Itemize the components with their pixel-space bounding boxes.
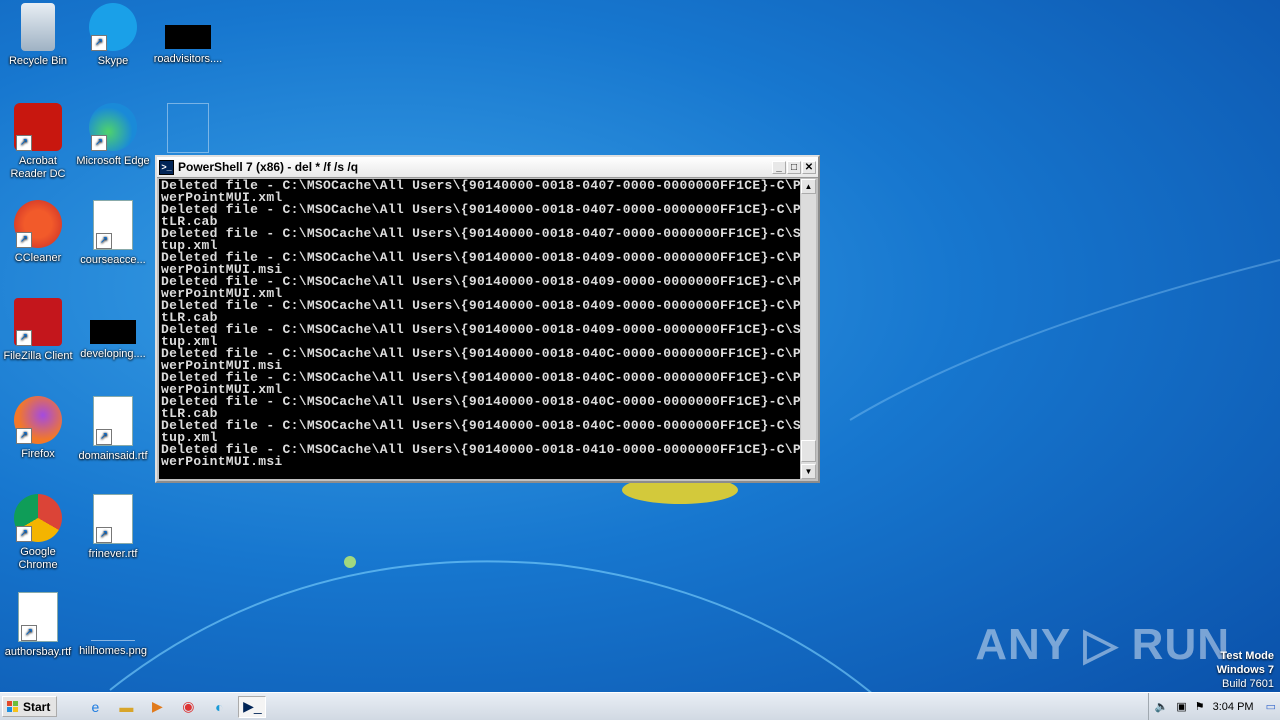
show-desktop-icon[interactable]: ▭ <box>1266 700 1276 713</box>
shortcut-arrow-icon: ↗ <box>96 233 112 249</box>
desktop-icon[interactable]: ↗ CCleaner <box>0 200 76 265</box>
word-doc-icon: ↗ <box>93 494 133 544</box>
firefox-icon: ↗ <box>14 396 62 444</box>
vertical-scrollbar[interactable]: ▲ ▼ <box>801 179 816 479</box>
test-mode-line: Test Mode <box>1220 650 1274 662</box>
powershell-window[interactable]: >_ PowerShell 7 (x86) - del * /f /s /q _… <box>155 155 820 483</box>
desktop-icon-label: Acrobat Reader DC <box>10 155 66 180</box>
maximize-button[interactable]: □ <box>787 160 801 174</box>
powershell-taskbar-button[interactable]: ▶_ <box>238 695 267 718</box>
minimize-button[interactable]: _ <box>772 160 786 174</box>
start-label: Start <box>23 699 51 714</box>
scroll-down-icon[interactable]: ▼ <box>801 464 816 479</box>
shortcut-arrow-icon: ↗ <box>91 35 107 51</box>
desktop-icon-label: Firefox <box>21 448 55 460</box>
recycle-bin-icon <box>21 3 55 51</box>
desktop-icon-label: frinever.rtf <box>88 548 138 560</box>
desktop-icon[interactable]: ↗ authorsbay.rtf <box>0 592 76 659</box>
filezilla-icon: ↗ <box>14 298 62 346</box>
window-title: PowerShell 7 (x86) - del * /f /s /q <box>178 160 359 174</box>
console-line: Deleted file - C:\MSOCache\All Users\{90… <box>161 418 800 433</box>
scroll-thumb[interactable] <box>801 440 816 462</box>
windows-version-line: Windows 7 <box>1216 664 1274 676</box>
desktop-icon[interactable]: ↗ Acrobat Reader DC <box>0 103 76 181</box>
desktop-icon[interactable]: developing.... <box>75 298 151 361</box>
desktop-icon[interactable]: ↗ Firefox <box>0 396 76 461</box>
desktop-icon[interactable]: hillhomes.png <box>75 592 151 658</box>
word-doc-icon: ↗ <box>93 200 133 250</box>
ie-icon[interactable]: e <box>83 696 107 718</box>
window-titlebar[interactable]: >_ PowerShell 7 (x86) - del * /f /s /q _… <box>157 157 818 178</box>
black-file-icon <box>90 320 136 344</box>
shortcut-arrow-icon: ↗ <box>16 135 32 151</box>
desktop-icon-label: authorsbay.rtf <box>4 646 72 658</box>
console-line: Deleted file - C:\MSOCache\All Users\{90… <box>161 298 800 313</box>
console-output[interactable]: Deleted file - C:\MSOCache\All Users\{90… <box>159 179 800 479</box>
desktop-icon-label: roadvisitors.... <box>153 53 223 65</box>
shortcut-arrow-icon: ↗ <box>16 330 32 346</box>
desktop-icon[interactable] <box>150 103 226 157</box>
black-file-icon <box>165 25 211 49</box>
desktop-icon-label: Skype <box>97 55 129 67</box>
shortcut-arrow-icon: ↗ <box>91 135 107 151</box>
shortcut-arrow-icon: ↗ <box>16 428 32 444</box>
system-tray: 🔈 ▣ ⚑ 3:04 PM ▭ <box>1147 693 1280 720</box>
blank-file-icon <box>167 103 209 153</box>
desktop-icon[interactable]: ↗ Google Chrome <box>0 494 76 572</box>
chrome-icon: ↗ <box>14 494 62 542</box>
ccleaner-icon: ↗ <box>14 200 62 248</box>
desktop-icon-label: FileZilla Client <box>3 350 73 362</box>
taskbar: Start e ▬ ▶ ◉ ◐ ▶_ 🔈 ▣ ⚑ 3:04 PM ▭ <box>0 692 1280 720</box>
desktop-icon[interactable]: ↗ Microsoft Edge <box>75 103 151 168</box>
explorer-icon[interactable]: ▬ <box>114 696 138 718</box>
image-file-icon <box>91 592 135 641</box>
console-line: werPointMUI.msi <box>161 454 283 469</box>
desktop-icon-label: CCleaner <box>14 252 62 264</box>
desktop-icon-label: Microsoft Edge <box>76 155 150 167</box>
chrome-icon[interactable]: ◉ <box>176 696 200 718</box>
shortcut-arrow-icon: ↗ <box>96 527 112 543</box>
desktop-icon[interactable]: ↗ frinever.rtf <box>75 494 151 561</box>
desktop-icon-label: Google Chrome <box>18 546 58 571</box>
console-line: Deleted file - C:\MSOCache\All Users\{90… <box>161 322 800 337</box>
desktop-icon[interactable]: roadvisitors.... <box>150 3 226 66</box>
media-player-icon[interactable]: ▶ <box>145 696 169 718</box>
console-line: Deleted file - C:\MSOCache\All Users\{90… <box>161 226 800 241</box>
console-line: Deleted file - C:\MSOCache\All Users\{90… <box>161 202 800 217</box>
action-center-flag-icon[interactable]: ⚑ <box>1195 700 1205 713</box>
speaker-icon[interactable]: 🔈 <box>1155 700 1169 713</box>
desktop-icon[interactable]: Recycle Bin <box>0 3 76 68</box>
powershell-icon: >_ <box>159 159 174 175</box>
skype-icon: ↗ <box>89 3 137 51</box>
windows-logo-icon <box>7 700 19 713</box>
console-line: Deleted file - C:\MSOCache\All Users\{90… <box>161 394 800 409</box>
word-doc-icon: ↗ <box>93 396 133 446</box>
desktop-icon[interactable]: ↗ domainsaid.rtf <box>75 396 151 463</box>
desktop-icon[interactable]: ↗ courseacce... <box>75 200 151 267</box>
desktop-icon-label: hillhomes.png <box>79 645 147 657</box>
desktop-icon-label: Recycle Bin <box>8 55 68 67</box>
acrobat-icon: ↗ <box>14 103 62 151</box>
edge-icon[interactable]: ◐ <box>207 696 231 718</box>
anyrun-watermark: ANY ▷ RUN <box>975 620 1230 669</box>
scroll-up-icon[interactable]: ▲ <box>801 179 816 194</box>
network-icon[interactable]: ▣ <box>1176 700 1186 713</box>
shortcut-arrow-icon: ↗ <box>96 429 112 445</box>
edge-icon: ↗ <box>89 103 137 151</box>
build-line: Build 7601 <box>1222 678 1274 690</box>
desktop-icon-label: domainsaid.rtf <box>78 450 148 462</box>
shortcut-arrow-icon: ↗ <box>16 526 32 542</box>
desktop-icon-label: courseacce... <box>80 254 146 266</box>
desktop-icon-label: developing.... <box>80 348 146 360</box>
shortcut-arrow-icon: ↗ <box>21 625 37 641</box>
test-mode-notice: Test Mode Windows 7 Build 7601 <box>1217 649 1274 691</box>
desktop-icon[interactable]: ↗ FileZilla Client <box>0 298 76 363</box>
start-button[interactable]: Start <box>2 696 58 717</box>
shortcut-arrow-icon: ↗ <box>16 232 32 248</box>
desktop-icon[interactable]: ↗ Skype <box>75 3 151 68</box>
word-doc-icon: ↗ <box>18 592 58 642</box>
clock[interactable]: 3:04 PM <box>1213 701 1254 713</box>
close-button[interactable]: ✕ <box>802 160 816 174</box>
